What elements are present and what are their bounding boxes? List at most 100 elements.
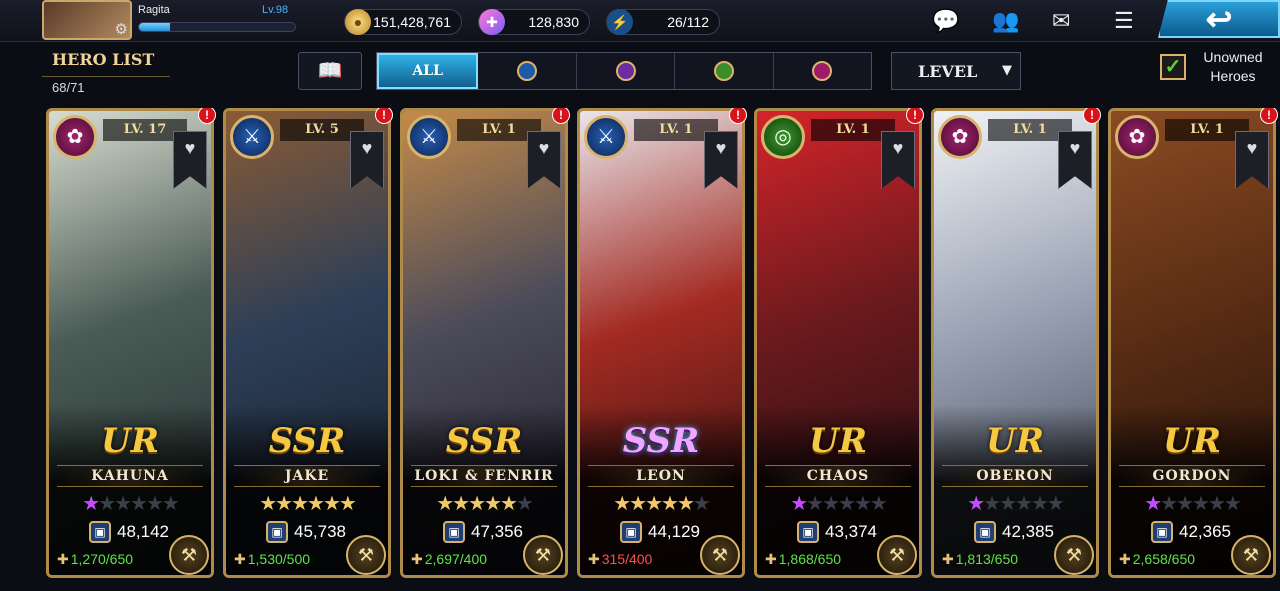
hammer-icon: ⚒ bbox=[888, 545, 906, 565]
star-icon: ★ bbox=[645, 493, 663, 515]
shard-count: 1,813/650 bbox=[955, 551, 1019, 567]
puzzle-piece-icon: ✚ bbox=[234, 551, 246, 567]
puzzle-piece-icon: ✚ bbox=[588, 551, 600, 567]
hero-name: LEON bbox=[588, 465, 734, 487]
hero-card[interactable]: ✿ LV. 1 ♥ UR GORDON ★★★★★★ ▣ 42,365 ✚ 2,6… bbox=[1108, 108, 1276, 578]
arcane-element-icon: ✿ bbox=[938, 115, 982, 159]
hammer-icon: ⚒ bbox=[711, 545, 729, 565]
equipment-button[interactable]: ⚒ bbox=[169, 535, 209, 575]
hero-card[interactable]: ◎ LV. 1 ♥ UR CHAOS ★★★★★★ ▣ 43,374 ✚ 1,86… bbox=[754, 108, 922, 578]
shard-count: 1,868/650 bbox=[778, 551, 842, 567]
player-level: Lv.98 bbox=[262, 4, 289, 16]
gold-value: 151,428,761 bbox=[373, 14, 451, 30]
hero-shards: ✚ 1,868/650 bbox=[765, 551, 841, 568]
gear-icon[interactable]: ⚙ bbox=[115, 20, 128, 38]
combat-power-value: 43,374 bbox=[825, 522, 877, 541]
star-icon: ★ bbox=[452, 493, 470, 515]
gold-counter[interactable]: ● 151,428,761 bbox=[344, 9, 462, 35]
hero-shards: ✚ 2,658/650 bbox=[1119, 551, 1195, 568]
crystal-value: 128,830 bbox=[528, 14, 579, 30]
encyclopedia-button[interactable]: 📖 bbox=[298, 52, 362, 90]
star-icon: ★ bbox=[145, 493, 164, 515]
shard-count: 1,530/500 bbox=[247, 551, 311, 567]
stamina-value: 26/112 bbox=[667, 14, 709, 30]
sort-dropdown[interactable]: LEVEL ▼ bbox=[891, 52, 1021, 90]
shard-count: 1,270/650 bbox=[70, 551, 134, 567]
hero-shards: ✚ 2,697/400 bbox=[411, 551, 487, 568]
hero-card-list[interactable]: ✿ LV. 17 ♥ UR KAHUNA ★★★★★★ ▣ 48,142 ✚ 1,… bbox=[46, 108, 1280, 578]
hero-shards: ✚ 1,530/500 bbox=[234, 551, 310, 568]
crystal-icon: ✚ bbox=[479, 9, 505, 35]
filter-nature[interactable] bbox=[675, 53, 774, 89]
menu-icon[interactable]: ☰ bbox=[1114, 8, 1134, 34]
friends-icon[interactable]: 👥 bbox=[992, 8, 1019, 34]
hero-card[interactable]: ⚔ LV. 1 ♥ SSR LEON ★★★★★★ ▣ 44,129 ✚ 315/… bbox=[577, 108, 745, 578]
filter-all[interactable]: ALL bbox=[377, 53, 479, 89]
hammer-icon: ⚒ bbox=[180, 545, 198, 565]
player-name: Ragita bbox=[138, 4, 170, 16]
element-filter-bar: ALL bbox=[376, 52, 872, 90]
hero-shards: ✚ 1,813/650 bbox=[942, 551, 1018, 568]
puzzle-piece-icon: ✚ bbox=[765, 551, 777, 567]
equipment-button[interactable]: ⚒ bbox=[1054, 535, 1094, 575]
rarity-badge: SSR bbox=[622, 421, 700, 461]
filter-water[interactable] bbox=[478, 53, 577, 89]
water-element-icon: ⚔ bbox=[407, 115, 451, 159]
shard-count: 2,697/400 bbox=[424, 551, 488, 567]
filter-shadow[interactable] bbox=[577, 53, 676, 89]
star-icon: ★ bbox=[838, 493, 856, 515]
hero-card[interactable]: ✿ LV. 1 ♥ UR OBERON ★★★★★★ ▣ 42,385 ✚ 1,8… bbox=[931, 108, 1099, 578]
equipment-button[interactable]: ⚒ bbox=[700, 535, 740, 575]
equipment-button[interactable]: ⚒ bbox=[1231, 535, 1271, 575]
gold-coin-icon: ● bbox=[345, 9, 371, 35]
crystal-counter[interactable]: ✚ 128,830 bbox=[478, 9, 590, 35]
star-icon: ★ bbox=[983, 493, 1001, 515]
star-icon: ★ bbox=[869, 493, 888, 515]
player-avatar[interactable]: ⚙ bbox=[42, 0, 132, 40]
star-icon: ★ bbox=[484, 493, 502, 515]
power-icon: ▣ bbox=[797, 521, 819, 543]
hero-shards: ✚ 1,270/650 bbox=[57, 551, 133, 568]
star-icon: ★ bbox=[999, 493, 1017, 515]
combat-power-value: 47,356 bbox=[471, 522, 523, 541]
hero-card[interactable]: ✿ LV. 17 ♥ UR KAHUNA ★★★★★★ ▣ 48,142 ✚ 1,… bbox=[46, 108, 214, 578]
hero-card[interactable]: ⚔ LV. 1 ♥ SSR LOKI & FENRIR ★★★★★★ ▣ 47,… bbox=[400, 108, 568, 578]
star-icon: ★ bbox=[291, 493, 309, 515]
filter-arcane[interactable] bbox=[774, 53, 871, 89]
hero-card[interactable]: ⚔ LV. 5 ♥ SSR JAKE ★★★★★★ ▣ 45,738 ✚ 1,53… bbox=[223, 108, 391, 578]
water-element-icon bbox=[517, 61, 538, 81]
puzzle-piece-icon: ✚ bbox=[1119, 551, 1131, 567]
star-icon: ★ bbox=[1176, 493, 1194, 515]
unowned-heroes-label: Unowned Heroes bbox=[1203, 49, 1263, 84]
chat-icon[interactable]: 💬 bbox=[932, 8, 959, 34]
back-button[interactable]: ↩ bbox=[1158, 0, 1280, 38]
star-icon: ★ bbox=[468, 493, 486, 515]
stamina-counter[interactable]: ⚡ 26/112 bbox=[606, 9, 720, 35]
star-icon: ★ bbox=[322, 493, 341, 515]
water-element-icon: ⚔ bbox=[230, 115, 274, 159]
equipment-button[interactable]: ⚒ bbox=[346, 535, 386, 575]
arcane-element-icon: ✿ bbox=[1115, 115, 1159, 159]
shard-count: 2,658/650 bbox=[1132, 551, 1196, 567]
equipment-button[interactable]: ⚒ bbox=[877, 535, 917, 575]
hero-count: 68/71 bbox=[42, 76, 170, 98]
puzzle-piece-icon: ✚ bbox=[411, 551, 423, 567]
star-icon: ★ bbox=[853, 493, 872, 515]
power-icon: ▣ bbox=[443, 521, 465, 543]
hammer-icon: ⚒ bbox=[534, 545, 552, 565]
hero-name: OBERON bbox=[942, 465, 1088, 487]
equipment-button[interactable]: ⚒ bbox=[523, 535, 563, 575]
star-icon: ★ bbox=[1223, 493, 1242, 515]
rarity-badge: SSR bbox=[445, 421, 523, 461]
combat-power-value: 48,142 bbox=[117, 522, 169, 541]
xp-bar bbox=[138, 22, 296, 32]
star-icon: ★ bbox=[307, 493, 325, 515]
mail-icon[interactable]: ✉ bbox=[1052, 8, 1070, 34]
star-icon: ★ bbox=[661, 493, 679, 515]
puzzle-piece-icon: ✚ bbox=[942, 551, 954, 567]
unowned-heroes-checkbox[interactable]: ✓ bbox=[1160, 54, 1186, 80]
power-icon: ▣ bbox=[1151, 521, 1173, 543]
top-bar: ⚙ Ragita Lv.98 ● 151,428,761 ✚ 128,830 ⚡… bbox=[0, 0, 1280, 42]
star-rating: ★★★★★★ bbox=[49, 491, 211, 515]
star-icon: ★ bbox=[259, 493, 277, 515]
